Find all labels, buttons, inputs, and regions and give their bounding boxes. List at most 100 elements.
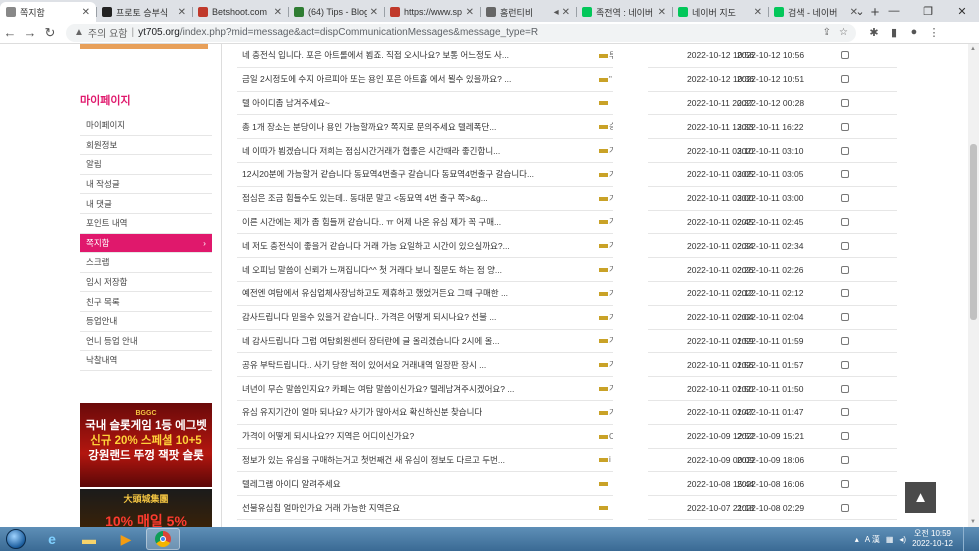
row-checkbox[interactable] (841, 265, 849, 274)
folder-icon[interactable]: ▬ (72, 528, 106, 550)
banner-ad-2[interactable]: 大頭城集團 10% 매일 5% (80, 489, 212, 527)
back-icon[interactable]: ← (0, 25, 20, 40)
tab-3[interactable]: (64) Tips - Blog ✕ (288, 2, 384, 22)
sidebar-item-my-posts[interactable]: 내 작성글 (80, 175, 212, 195)
tab-0[interactable]: 쪽지함 ✕ (0, 2, 96, 22)
sidebar-item-sister-level-guide[interactable]: 언니 등업 안내 (80, 332, 212, 352)
extensions-icon[interactable]: ✱ (864, 26, 884, 39)
share-icon[interactable]: ⇪ (823, 27, 831, 38)
message-preview-link[interactable]: 감사드립니다 믿을수 있을거 같습니다.. 가격은 어떻게 되시나요? 선불 .… (237, 311, 597, 323)
close-window-icon[interactable]: ✕ (945, 0, 979, 22)
scrollbar-thumb[interactable] (970, 144, 977, 320)
close-icon[interactable]: ✕ (370, 7, 378, 18)
message-preview-link[interactable]: 정보가 있는 유심을 구매하는거고 첫번째건 새 유심이 정보도 다르고 두번.… (237, 454, 597, 466)
sidebar-item-my-comments[interactable]: 내 댓글 (80, 194, 212, 214)
security-label[interactable]: 주의 요함 (88, 25, 128, 40)
start-button[interactable] (0, 527, 32, 551)
clock[interactable]: 오전 10:59 2022-10-12 (912, 529, 953, 549)
close-icon[interactable]: ✕ (466, 7, 474, 18)
tab-2[interactable]: Betshoot.com ✕ (192, 2, 288, 22)
row-checkbox[interactable] (841, 217, 849, 226)
sidebar-top-button[interactable] (80, 44, 208, 49)
row-checkbox[interactable] (841, 455, 849, 464)
message-preview-link[interactable]: 선불유심칩 얼마인가요 거래 가능한 지역은요 (237, 502, 597, 514)
message-preview-link[interactable]: 네 이따가 뵙겠습니다 저희는 점심시간거래가 협좋은 시간때라 좋긴합니... (237, 145, 597, 157)
message-preview-link[interactable]: 네 감사드립니다 그럼 여탐회원센터 장터란에 글 올리겠습니다 2시에 올..… (237, 335, 597, 347)
url-input[interactable]: ▲ 주의 요함 | yt705.org /index.php?mid=messa… (66, 23, 856, 42)
ime-indicator[interactable]: A 漢 (865, 534, 880, 545)
sidebar-item-points[interactable]: 포인트 내역 (80, 214, 212, 234)
sidebar-item-messages[interactable]: 쪽지함 › (80, 233, 212, 254)
profile-icon[interactable]: ● (904, 26, 924, 39)
tab-4[interactable]: https://www.sp ✕ (384, 2, 480, 22)
close-icon[interactable]: ✕ (178, 7, 186, 18)
tab-7[interactable]: 네이버 지도 ✕ (672, 2, 768, 22)
banner-ad[interactable]: BGGC 국내 슬롯게임 1등 에그벳 신규 20% 스페셜 10+5 강원랜드… (80, 403, 212, 487)
row-checkbox[interactable] (841, 503, 849, 512)
warning-icon[interactable]: ▲ (74, 27, 84, 38)
message-preview-link[interactable]: 이른 시간에는 제가 좀 힘들꺼 같습니다.. ㅠ 어제 나온 유심 제가 꼭 … (237, 216, 597, 228)
row-checkbox[interactable] (841, 170, 849, 179)
close-icon[interactable]: ✕ (82, 7, 90, 18)
row-checkbox[interactable] (841, 98, 849, 107)
star-icon[interactable]: ☆ (839, 27, 848, 38)
message-preview-link[interactable]: 금일 2시정도에 수지 아르피아 또는 용인 포은 아트홀 에서 뵐수 있을까요… (237, 73, 597, 85)
sidebar-item-scrap[interactable]: 스크랩 (80, 253, 212, 273)
message-preview-link[interactable]: 공유 부탁드립니다.. 사기 당한 적이 있어서요 거래내역 일장판 장시 ..… (237, 359, 597, 371)
sidebar-item-level-guide[interactable]: 등업안내 (80, 312, 212, 332)
chevron-down-icon[interactable]: ⌄ (843, 0, 877, 22)
close-icon[interactable]: ✕ (562, 7, 570, 18)
scroll-up-icon[interactable]: ▲ (970, 46, 976, 52)
close-icon[interactable]: ✕ (754, 7, 762, 18)
row-checkbox[interactable] (841, 479, 849, 488)
message-preview-link[interactable]: 텔레그램 아이디 알려주세요 (237, 478, 597, 490)
tab-5[interactable]: 홈런티비 ◂ ✕ (480, 2, 576, 22)
row-checkbox[interactable] (841, 146, 849, 155)
message-preview-link[interactable]: 녀년이 무슨 말씀인지요? 카페는 여탐 말씀이신가요? 텔레남겨주시겠어요? … (237, 383, 597, 395)
row-checkbox[interactable] (841, 384, 849, 393)
mute-icon[interactable]: ◂ (554, 7, 559, 18)
scroll-down-icon[interactable]: ▼ (970, 519, 976, 525)
network-icon[interactable]: ▦ (886, 535, 894, 544)
tab-6[interactable]: 족전역 : 네이버 ✕ (576, 2, 672, 22)
sidepanel-icon[interactable]: ▮ (884, 26, 904, 39)
volume-icon[interactable]: ◂) (899, 535, 906, 544)
minimize-icon[interactable]: — (877, 0, 911, 22)
message-preview-link[interactable]: 네 저도 충전식이 좋을거 같습니다 거래 가능 요일하고 시간이 있으실까요?… (237, 240, 597, 252)
message-preview-link[interactable]: 가격이 어떻게 되시나요?? 지역은 어디이신가요? (237, 430, 597, 442)
row-checkbox[interactable] (841, 336, 849, 345)
message-preview-link[interactable]: 유심 유지기간이 얼마 되나요? 사기가 많아서요 확신하신분 찾습니다 (237, 406, 597, 418)
message-preview-link[interactable]: 점심은 조금 힘들수도 있는데.. 동대문 말고 <동묘역 4번 출구 쪽>&g… (237, 192, 597, 204)
sidebar-item-mypage[interactable]: 마이페이지 (80, 116, 212, 136)
sidebar-item-notifications[interactable]: 알림 (80, 155, 212, 175)
message-preview-link[interactable]: 예전엔 여탐에서 유심업체사장님하고도 제휴하고 했었거든요 그때 구매한 ..… (237, 287, 597, 299)
maximize-icon[interactable]: ❐ (911, 0, 945, 22)
row-checkbox[interactable] (841, 194, 849, 203)
chrome-icon[interactable] (146, 528, 180, 550)
forward-icon[interactable]: → (20, 25, 40, 40)
sidebar-item-friends[interactable]: 친구 목록 (80, 292, 212, 312)
row-checkbox[interactable] (841, 51, 849, 60)
sidebar-item-member-info[interactable]: 회원정보 (80, 136, 212, 156)
row-checkbox[interactable] (841, 408, 849, 417)
menu-icon[interactable]: ⋮ (924, 26, 944, 39)
tray-arrow-icon[interactable]: ▴ (855, 535, 859, 544)
scrollbar[interactable]: ▲ ▼ (968, 44, 979, 527)
message-preview-link[interactable]: 총 1개 장소는 분당이나 용인 가능할까요? 쪽지로 문의주세요 텔레폭단..… (237, 121, 597, 133)
row-checkbox[interactable] (841, 75, 849, 84)
close-icon[interactable]: ✕ (274, 7, 282, 18)
sidebar-item-bids[interactable]: 낙찰내역 (80, 351, 212, 371)
row-checkbox[interactable] (841, 122, 849, 131)
reload-icon[interactable]: ↻ (40, 25, 60, 41)
row-checkbox[interactable] (841, 289, 849, 298)
scroll-to-top-button[interactable]: ▲ (905, 482, 936, 513)
row-checkbox[interactable] (841, 241, 849, 250)
row-checkbox[interactable] (841, 360, 849, 369)
message-preview-link[interactable]: 12시20분에 가능할거 같습니다 동묘역4번출구 갈습니다 동묘역4번출구 갈… (237, 168, 597, 180)
media-player-icon[interactable]: ▶ (109, 528, 143, 550)
row-checkbox[interactable] (841, 313, 849, 322)
ie-icon[interactable]: e (35, 528, 69, 550)
tab-1[interactable]: 프로토 승부식 ✕ (96, 2, 192, 22)
message-preview-link[interactable]: 네 충전식 입니다. 포은 아트롤에서 뵙죠. 직접 오시나요? 보통 어느정도… (237, 49, 597, 61)
sidebar-item-drafts[interactable]: 임시 저장함 (80, 273, 212, 293)
